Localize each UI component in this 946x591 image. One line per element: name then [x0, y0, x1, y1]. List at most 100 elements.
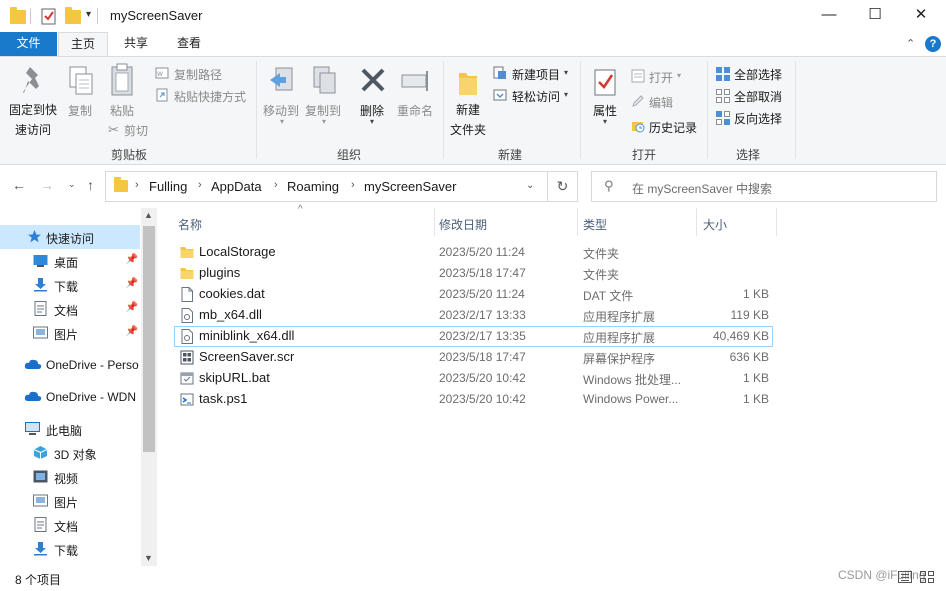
breadcrumb-myscreensaver[interactable]: myScreenSaver — [364, 179, 456, 194]
close-button[interactable]: ✕ — [898, 0, 944, 30]
help-icon[interactable]: ? — [925, 36, 941, 52]
paste-shortcut-button[interactable]: 粘贴快捷方式 — [174, 88, 246, 105]
pin-icon[interactable]: 📌 — [126, 326, 138, 337]
sidebar-item-pictures[interactable]: 图片 📌 — [0, 321, 140, 345]
sidebar-item-onedrive-personal[interactable]: OneDrive - Perso — [0, 353, 140, 377]
forward-arrow-icon[interactable]: → — [40, 177, 54, 193]
collapse-ribbon-icon[interactable]: ⌃ — [906, 37, 915, 50]
new-folder-quick-access-icon[interactable] — [65, 7, 81, 25]
select-none-icon — [715, 88, 730, 103]
copy-button[interactable]: 复制 — [68, 102, 92, 119]
pin-icon[interactable]: 📌 — [126, 278, 138, 289]
delete-dropdown-icon[interactable]: ▾ — [370, 117, 374, 126]
back-arrow-icon[interactable]: ← — [12, 177, 26, 193]
copy-to-dropdown-icon[interactable]: ▾ — [322, 117, 326, 126]
scroll-down-icon[interactable]: ▼ — [144, 553, 153, 563]
tab-share[interactable]: 共享 — [111, 32, 161, 56]
file-row[interactable]: plugins 2023/5/18 17:47 文件夹 — [174, 263, 773, 284]
pin-icon[interactable]: 📌 — [126, 254, 138, 265]
details-view-icon[interactable] — [898, 571, 912, 583]
file-row[interactable]: skipURL.bat 2023/5/20 10:42 Windows 批处理.… — [174, 368, 773, 389]
cut-button[interactable]: 剪切 — [124, 122, 148, 139]
customize-toolbar-icon[interactable]: ▾ — [86, 9, 91, 20]
edit-button[interactable]: 编辑 — [649, 94, 673, 111]
properties-dropdown-icon[interactable]: ▾ — [603, 117, 607, 126]
breadcrumb-appdata[interactable]: AppData — [211, 179, 262, 194]
new-item-button[interactable]: 新建项目 — [512, 66, 560, 83]
file-type: DAT 文件 — [583, 289, 634, 303]
tab-home[interactable]: 主页 — [58, 32, 108, 57]
rename-button[interactable]: 重命名 — [397, 102, 433, 119]
file-row[interactable]: task.ps1 2023/5/20 10:42 Windows Power..… — [174, 389, 773, 410]
open-button[interactable]: 打开 — [649, 69, 673, 86]
select-all-button[interactable]: 全部选择 — [734, 66, 782, 83]
sidebar-item-pictures-pc[interactable]: 图片 — [0, 489, 140, 513]
file-row[interactable]: mb_x64.dll 2023/2/17 13:33 应用程序扩展 119 KB — [174, 305, 773, 326]
pin-icon — [22, 65, 46, 98]
easy-access-dropdown-icon[interactable]: ▾ — [564, 90, 568, 99]
breadcrumb-separator-icon[interactable]: › — [274, 179, 278, 191]
column-divider[interactable] — [696, 208, 697, 236]
column-header-type[interactable]: 类型 — [583, 216, 607, 233]
sidebar-item-documents[interactable]: 文档 📌 — [0, 297, 140, 321]
sidebar-item-downloads[interactable]: 下载 📌 — [0, 273, 140, 297]
sidebar-scrollbar-thumb[interactable] — [143, 226, 155, 452]
copy-path-button[interactable]: 复制路径 — [174, 66, 222, 83]
invert-selection-button[interactable]: 反向选择 — [734, 110, 782, 127]
sidebar-item-desktop[interactable]: 桌面 📌 — [0, 249, 140, 273]
breadcrumb-separator-icon[interactable]: › — [351, 179, 355, 191]
select-none-button[interactable]: 全部取消 — [734, 88, 782, 105]
file-row[interactable]: ScreenSaver.scr 2023/5/18 17:47 屏幕保护程序 6… — [174, 347, 773, 368]
address-bar[interactable]: › Fulling › AppData › Roaming › myScreen… — [105, 171, 548, 202]
column-divider[interactable] — [776, 208, 777, 236]
open-dropdown-icon[interactable]: ▾ — [677, 71, 681, 80]
properties-quick-access-icon[interactable] — [41, 7, 57, 25]
pin-to-quick-access-button[interactable]: 固定到快 速访问 — [8, 101, 58, 138]
file-date: 2023/5/18 17:47 — [439, 266, 526, 280]
easy-access-button[interactable]: 轻松访问 — [512, 88, 560, 105]
breadcrumb-fulling[interactable]: Fulling — [149, 179, 187, 194]
ps1-file-icon — [180, 393, 194, 406]
sidebar-item-this-pc[interactable]: 此电脑 — [0, 417, 140, 441]
move-to-dropdown-icon[interactable]: ▾ — [280, 117, 284, 126]
tab-file[interactable]: 文件 — [0, 32, 57, 56]
large-icons-view-icon[interactable] — [920, 571, 934, 583]
sidebar-item-documents-pc[interactable]: 文档 — [0, 513, 140, 537]
sidebar-item-videos[interactable]: 视频 — [0, 465, 140, 489]
file-row[interactable]: cookies.dat 2023/5/20 11:24 DAT 文件 1 KB — [174, 284, 773, 305]
maximize-button[interactable]: ☐ — [852, 0, 898, 30]
new-folder-icon — [457, 69, 479, 100]
search-box[interactable]: ⚲ 在 myScreenSaver 中搜索 — [591, 171, 937, 202]
refresh-button[interactable]: ↻ — [548, 171, 578, 202]
pin-label-line1: 固定到快 — [8, 103, 57, 117]
address-history-dropdown-icon[interactable]: ⌄ — [526, 180, 534, 191]
new-item-dropdown-icon[interactable]: ▾ — [564, 68, 568, 77]
sidebar-item-3d-objects[interactable]: 3D 对象 — [0, 441, 140, 465]
column-divider[interactable] — [434, 208, 435, 236]
sidebar-item-downloads-pc[interactable]: 下载 — [0, 537, 140, 561]
history-button[interactable]: 历史记录 — [649, 119, 697, 136]
column-header-size[interactable]: 大小 — [703, 216, 727, 233]
scroll-up-icon[interactable]: ▲ — [144, 210, 153, 220]
sidebar-item-onedrive-wdn[interactable]: OneDrive - WDN — [0, 385, 140, 409]
new-folder-button[interactable]: 新建 文件夹 — [450, 101, 486, 138]
file-name: cookies.dat — [199, 286, 265, 301]
breadcrumb-roaming[interactable]: Roaming — [287, 179, 339, 194]
column-header-name[interactable]: 名称 — [178, 216, 202, 233]
file-list: ^ 名称 修改日期 类型 大小 LocalStorage 2023/5/20 1… — [160, 204, 946, 566]
minimize-button[interactable]: — — [806, 0, 852, 30]
paste-button[interactable]: 粘贴 — [110, 102, 134, 119]
file-row[interactable]: LocalStorage 2023/5/20 11:24 文件夹 — [174, 242, 773, 263]
up-arrow-icon[interactable]: ↑ — [87, 177, 94, 193]
breadcrumb-separator-icon[interactable]: › — [135, 179, 139, 191]
recent-locations-icon[interactable]: ⌄ — [68, 179, 76, 190]
file-row-selected[interactable]: miniblink_x64.dll 2023/2/17 13:35 应用程序扩展… — [174, 326, 773, 347]
pin-icon[interactable]: 📌 — [126, 302, 138, 313]
breadcrumb-separator-icon[interactable]: › — [198, 179, 202, 191]
column-divider[interactable] — [577, 208, 578, 236]
sidebar-item-quick-access[interactable]: 快速访问 — [0, 225, 140, 249]
tab-view[interactable]: 查看 — [164, 32, 214, 56]
column-header-date[interactable]: 修改日期 — [439, 216, 487, 233]
file-type: 应用程序扩展 — [583, 331, 656, 345]
sidebar-item-label: 快速访问 — [46, 232, 95, 246]
